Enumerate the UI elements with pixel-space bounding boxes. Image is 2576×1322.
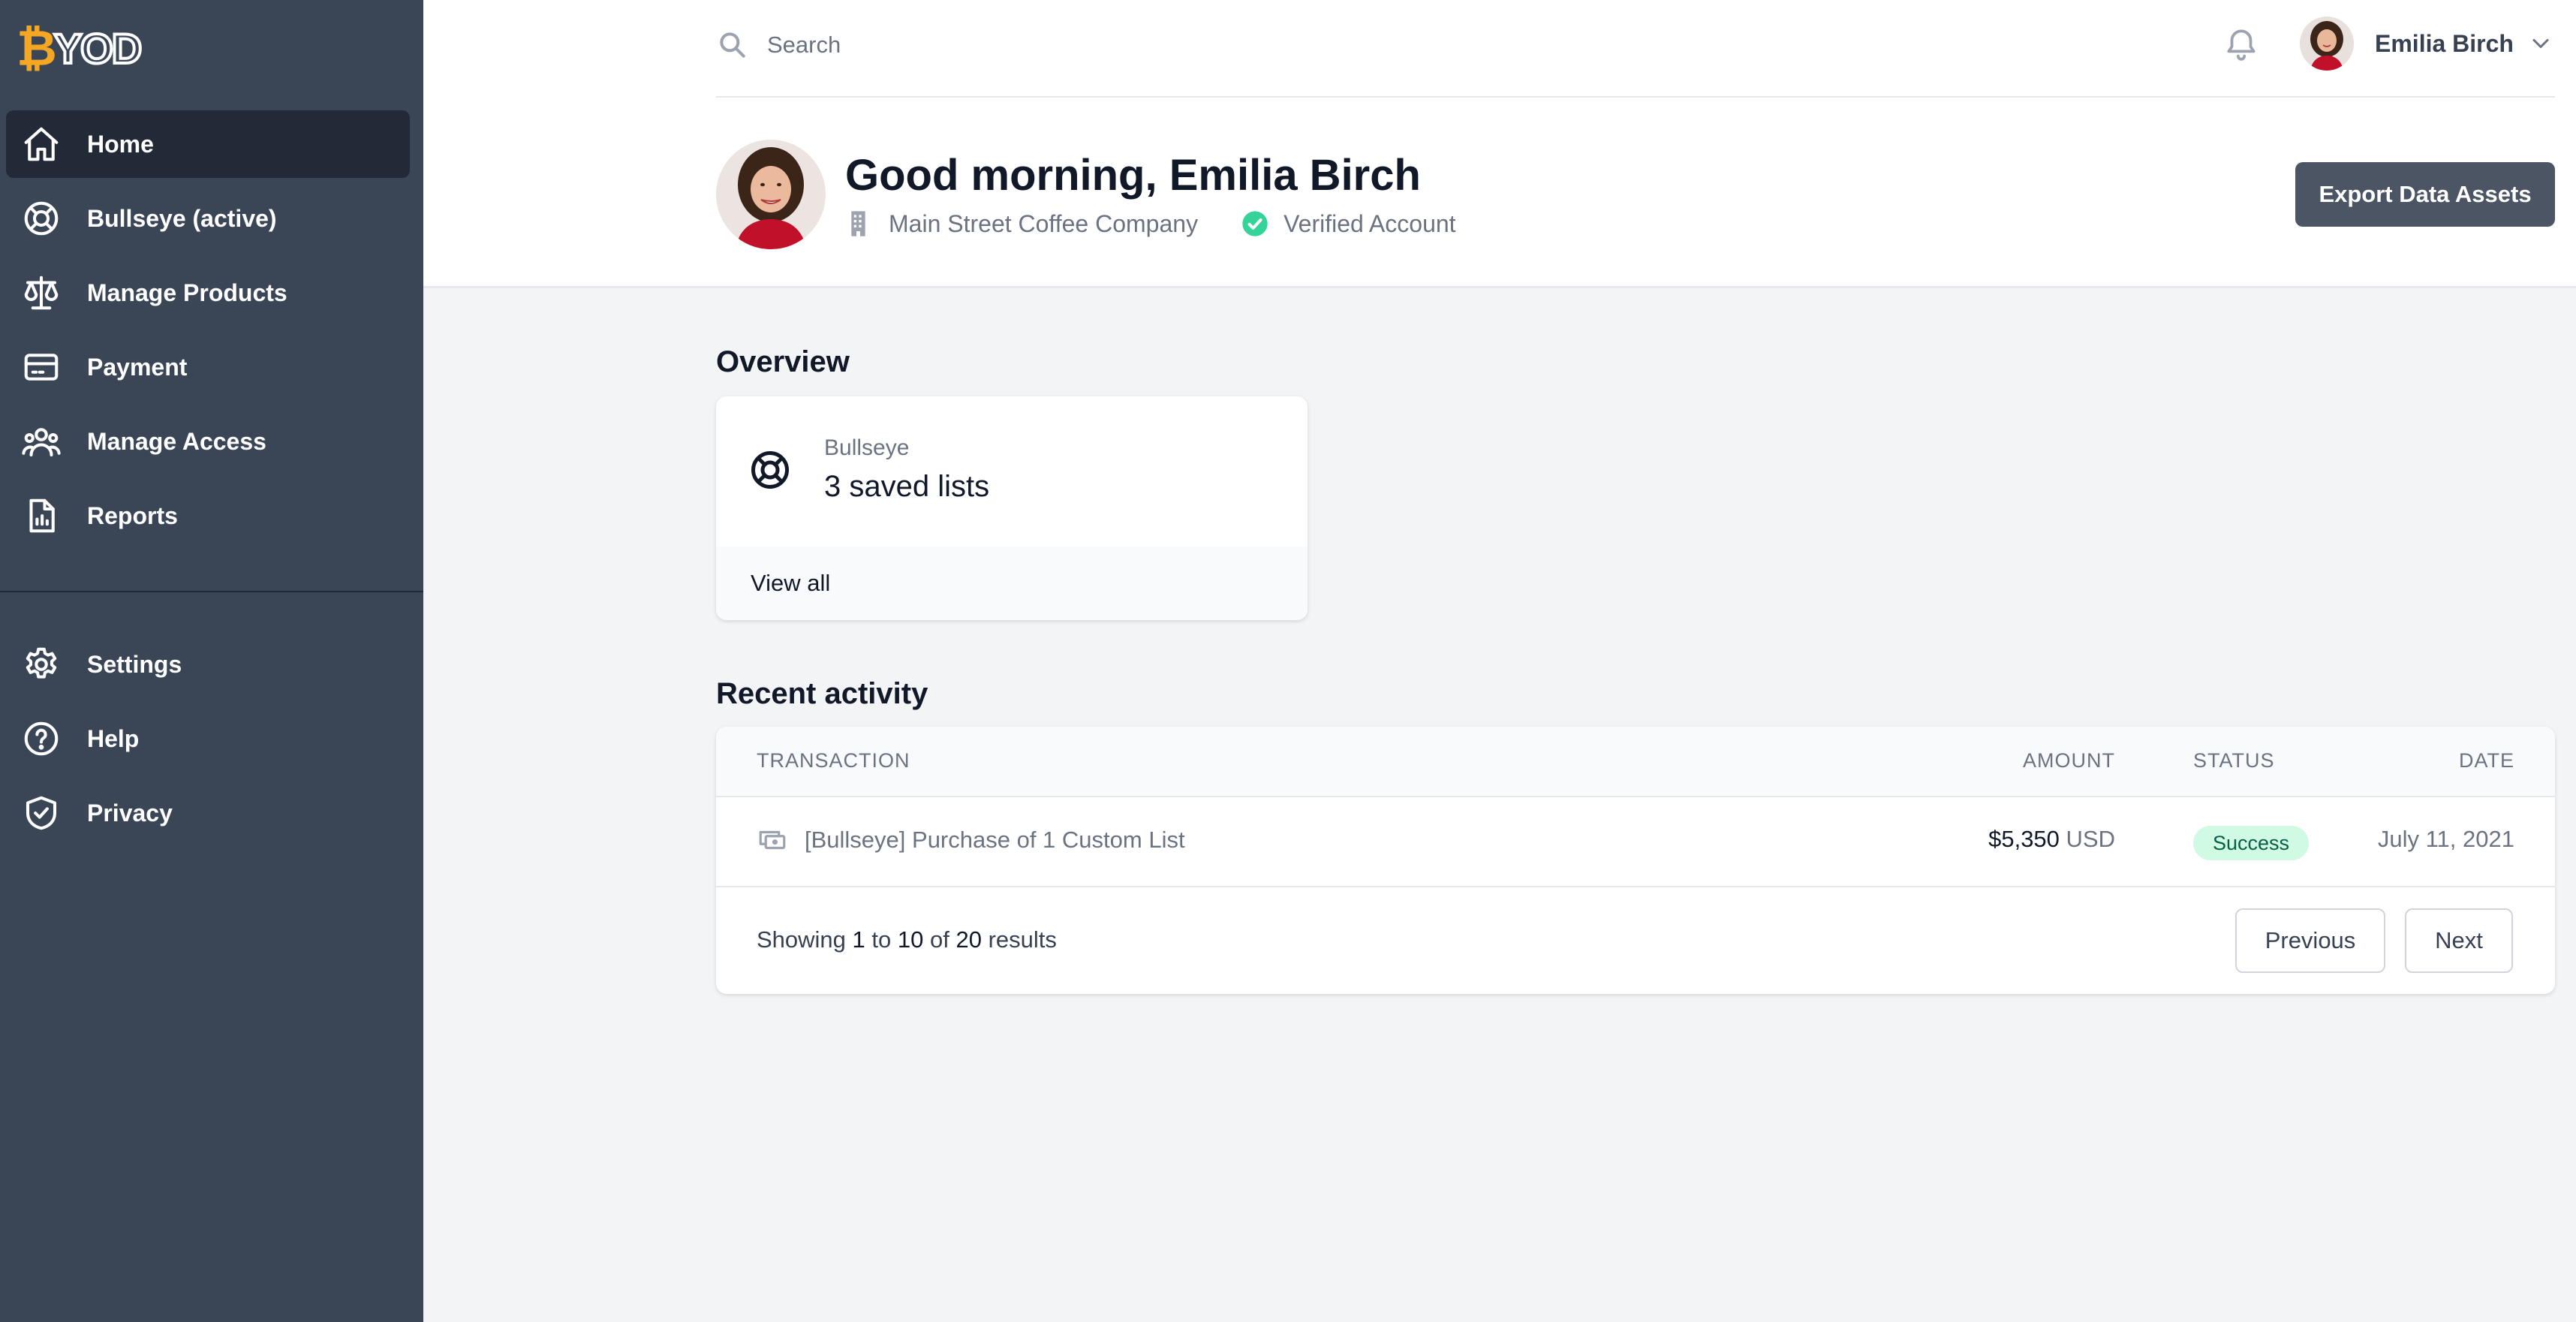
column-header-transaction: TRANSACTION bbox=[757, 749, 910, 772]
sidebar: ₿ YOD Home Bullseye (active) Manage Prod… bbox=[0, 0, 423, 1322]
bullseye-summary-card: Bullseye 3 saved lists View all bbox=[716, 396, 1308, 620]
home-icon bbox=[21, 124, 62, 164]
column-header-status: STATUS bbox=[2193, 749, 2275, 772]
page-header: Good morning, Emilia Birch Main Street C… bbox=[423, 98, 2576, 288]
table-row[interactable]: [Bullseye] Purchase of 1 Custom List $5,… bbox=[716, 797, 2555, 887]
logo-bitcoin-glyph: ₿ bbox=[17, 20, 57, 77]
view-all-link[interactable]: View all bbox=[751, 570, 830, 597]
search-bar bbox=[716, 23, 1842, 68]
search-input[interactable] bbox=[767, 32, 1743, 59]
brand-logo[interactable]: ₿ YOD bbox=[17, 20, 143, 77]
date-cell: July 11, 2021 bbox=[2377, 826, 2514, 852]
user-name: Emilia Birch bbox=[2375, 29, 2514, 57]
sidebar-item-label: Help bbox=[87, 724, 140, 752]
sidebar-item-home[interactable]: Home bbox=[6, 110, 410, 178]
user-group-icon bbox=[21, 421, 62, 462]
sidebar-divider bbox=[0, 591, 423, 592]
building-icon bbox=[851, 211, 865, 236]
notifications-button[interactable] bbox=[2219, 21, 2264, 66]
page-title: Good morning, Emilia Birch bbox=[845, 151, 1421, 200]
recent-activity-heading: Recent activity bbox=[716, 677, 928, 710]
topbar: Emilia Birch bbox=[423, 0, 2576, 98]
card-value: 3 saved lists bbox=[824, 470, 990, 503]
status-badge: Success bbox=[2193, 826, 2310, 860]
lifebuoy-icon bbox=[748, 447, 793, 492]
chevron-down-icon bbox=[2532, 39, 2549, 48]
sidebar-item-manage-products[interactable]: Manage Products bbox=[6, 259, 410, 327]
export-data-assets-button[interactable]: Export Data Assets bbox=[2295, 162, 2555, 227]
lifebuoy-icon bbox=[21, 198, 62, 239]
pagination-results-word: results bbox=[988, 926, 1057, 953]
previous-page-button[interactable]: Previous bbox=[2235, 908, 2385, 973]
sidebar-secondary-nav: Settings Help Privacy bbox=[6, 631, 410, 854]
profile-avatar bbox=[716, 140, 826, 249]
sidebar-item-payment[interactable]: Payment bbox=[6, 333, 410, 401]
pagination: Showing 1 to 10 of 20 results Previous N… bbox=[716, 887, 2555, 994]
sidebar-item-label: Manage Access bbox=[87, 427, 266, 455]
sidebar-main-nav: Home Bullseye (active) Manage Products P… bbox=[6, 110, 410, 556]
check-circle-icon bbox=[1242, 211, 1268, 236]
pagination-summary: Showing 1 to 10 of 20 results bbox=[757, 926, 1057, 953]
column-header-date: DATE bbox=[2458, 749, 2514, 772]
sidebar-item-label: Bullseye (active) bbox=[87, 204, 277, 232]
pagination-from: 1 bbox=[852, 926, 865, 953]
transaction-cell: [Bullseye] Purchase of 1 Custom List bbox=[757, 824, 1185, 856]
sidebar-item-bullseye[interactable]: Bullseye (active) bbox=[6, 185, 410, 252]
bell-icon bbox=[2227, 29, 2256, 61]
amount-currency: USD bbox=[2066, 826, 2115, 852]
shield-check-icon bbox=[21, 793, 62, 833]
search-icon bbox=[720, 32, 745, 58]
logo-text: YOD bbox=[53, 25, 143, 72]
avatar bbox=[2300, 17, 2354, 71]
transaction-text: [Bullseye] Purchase of 1 Custom List bbox=[805, 827, 1185, 853]
card-label: Bullseye bbox=[824, 435, 910, 460]
sidebar-item-privacy[interactable]: Privacy bbox=[6, 779, 410, 847]
next-page-button[interactable]: Next bbox=[2405, 908, 2513, 973]
table-header: TRANSACTION AMOUNT STATUS DATE bbox=[716, 727, 2555, 797]
cash-icon bbox=[759, 830, 786, 850]
verified-status: Verified Account bbox=[1283, 209, 1456, 237]
account-meta: Main Street Coffee Company Verified Acco… bbox=[845, 209, 1456, 239]
sidebar-item-manage-access[interactable]: Manage Access bbox=[6, 408, 410, 475]
pagination-to-word: to bbox=[871, 926, 892, 953]
pagination-total: 20 bbox=[955, 926, 982, 953]
credit-card-icon bbox=[21, 347, 62, 387]
company-name: Main Street Coffee Company bbox=[889, 209, 1199, 237]
amount-cell: $5,350 USD bbox=[1988, 826, 2115, 853]
card-footer: View all bbox=[716, 547, 1308, 620]
pagination-showing: Showing bbox=[757, 926, 846, 953]
gear-icon bbox=[21, 644, 62, 685]
activity-table: TRANSACTION AMOUNT STATUS DATE [Bullseye… bbox=[716, 727, 2555, 994]
overview-heading: Overview bbox=[716, 345, 850, 378]
sidebar-item-settings[interactable]: Settings bbox=[6, 631, 410, 698]
pagination-to: 10 bbox=[897, 926, 924, 953]
sidebar-item-reports[interactable]: Reports bbox=[6, 482, 410, 550]
sidebar-item-label: Manage Products bbox=[87, 279, 287, 306]
sidebar-item-label: Reports bbox=[87, 501, 178, 529]
question-circle-icon bbox=[21, 718, 62, 759]
pagination-of-word: of bbox=[930, 926, 949, 953]
sidebar-item-label: Home bbox=[87, 130, 154, 158]
sidebar-item-label: Settings bbox=[87, 650, 182, 678]
sidebar-item-label: Privacy bbox=[87, 799, 173, 827]
scale-icon bbox=[21, 273, 62, 313]
sidebar-item-label: Payment bbox=[87, 353, 188, 381]
sidebar-item-help[interactable]: Help bbox=[6, 705, 410, 772]
document-report-icon bbox=[21, 495, 62, 536]
user-menu[interactable]: Emilia Birch bbox=[2300, 15, 2554, 72]
column-header-amount: AMOUNT bbox=[2023, 749, 2115, 772]
amount-value: $5,350 bbox=[1988, 826, 2060, 852]
